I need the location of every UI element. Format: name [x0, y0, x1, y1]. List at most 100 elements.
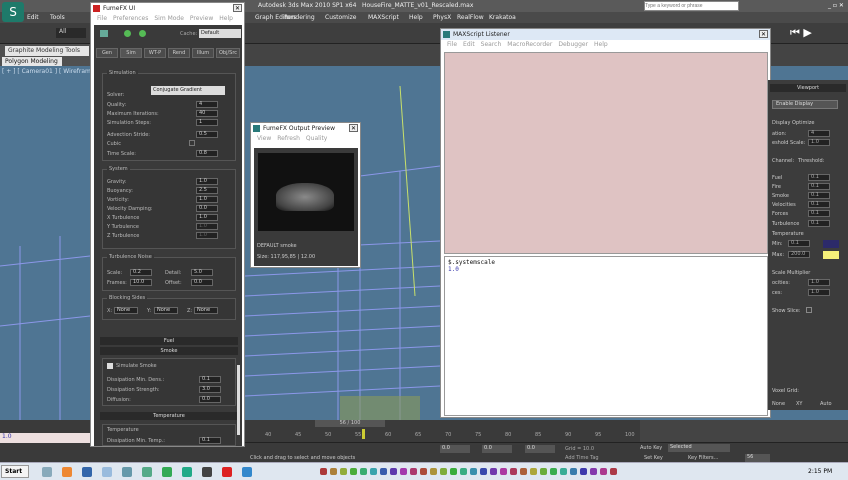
quick-launch-icon[interactable] [510, 468, 517, 475]
menu-tools[interactable]: Tools [50, 14, 65, 21]
quick-launch-icon[interactable] [440, 468, 447, 475]
close-icon[interactable]: ✕ [349, 124, 358, 132]
detail-spinner[interactable]: 5.0 [191, 269, 213, 276]
selection-filter[interactable]: All [56, 28, 86, 38]
grid-none-radio[interactable]: None [772, 401, 785, 407]
menu-maxscript[interactable]: MAXScript [368, 14, 399, 21]
quick-launch-icon[interactable] [360, 468, 367, 475]
window-controls[interactable]: _ ▫ ✕ [828, 2, 844, 9]
set-key-button[interactable]: Set Key [644, 455, 663, 461]
quick-launch-icon[interactable] [590, 468, 597, 475]
solver-select[interactable]: Conjugate Gradient [151, 86, 225, 95]
ribbon-tab-graphite[interactable]: Graphite Modeling Tools [5, 46, 89, 56]
menu-help[interactable]: Help [594, 41, 608, 48]
menu-preferences[interactable]: Preferences [113, 15, 148, 22]
menu-file[interactable]: File [97, 15, 107, 22]
current-frame-field[interactable]: 56 [745, 454, 770, 462]
y-blocking-button[interactable]: None [154, 307, 178, 314]
key-filters-button[interactable]: Key Filters... [688, 455, 718, 461]
scale-spinner[interactable]: 0.2 [130, 269, 152, 276]
menu-sim-mode[interactable]: Sim Mode [154, 15, 184, 22]
menu-edit[interactable]: Edit [27, 14, 39, 21]
quick-launch-icon[interactable] [470, 468, 477, 475]
viewport-rollout[interactable]: Viewport [770, 84, 846, 92]
simulate-smoke-checkbox[interactable] [107, 363, 113, 369]
taskbar-app-icon[interactable] [102, 467, 112, 477]
y-coord-field[interactable]: 0.0 [482, 445, 512, 453]
temperature-rollout[interactable]: Temperature [100, 412, 238, 420]
menu-customize[interactable]: Customize [325, 14, 357, 21]
close-icon[interactable]: ✕ [759, 30, 768, 38]
quick-launch-icon[interactable] [580, 468, 587, 475]
x-blocking-button[interactable]: None [114, 307, 138, 314]
macro-recorder-pane[interactable] [444, 52, 768, 254]
grid-auto-radio[interactable]: Auto [820, 401, 832, 407]
fuel-rollout[interactable]: Fuel [100, 337, 238, 345]
taskbar-app-icon[interactable] [82, 467, 92, 477]
mini-listener-output[interactable]: 1.0 [0, 433, 90, 443]
spinner[interactable]: 1.0 [808, 139, 830, 146]
x-turbulence-spinner[interactable]: 1.0 [196, 214, 218, 221]
menu-preview[interactable]: Preview [190, 15, 213, 22]
taskbar-app-icon[interactable] [222, 467, 232, 477]
max-iterations-spinner[interactable]: 40 [196, 110, 218, 117]
time-slider[interactable]: 56 / 100 [315, 420, 385, 427]
menu-realflow[interactable]: RealFlow [457, 14, 484, 21]
dissipation-strength-spinner[interactable]: 3.0 [199, 386, 221, 393]
add-time-tag[interactable]: Add Time Tag [565, 455, 599, 461]
quality-spinner[interactable]: 4 [196, 101, 218, 108]
quick-launch-icon[interactable] [350, 468, 357, 475]
taskbar-app-icon[interactable] [122, 467, 132, 477]
spinner[interactable]: 0.1 [808, 192, 830, 199]
quick-launch-icon[interactable] [410, 468, 417, 475]
playback-icons[interactable]: ⏮ ▶ [790, 26, 812, 40]
z-turbulence-spinner[interactable]: 1.0 [196, 232, 218, 239]
quick-launch-icon[interactable] [400, 468, 407, 475]
max-spinner[interactable]: 200.0 [788, 251, 810, 258]
tab-illum[interactable]: Illum [192, 48, 214, 58]
taskbar-app-icon[interactable] [42, 467, 52, 477]
spinner[interactable]: 0.1 [808, 174, 830, 181]
offset-spinner[interactable]: 0.0 [191, 279, 213, 286]
image-icon[interactable] [100, 30, 108, 37]
quick-launch-icon[interactable] [450, 468, 457, 475]
taskbar-app-icon[interactable] [162, 467, 172, 477]
min-spinner[interactable]: 0.1 [788, 240, 810, 247]
quick-launch-icon[interactable] [430, 468, 437, 475]
quick-launch-icon[interactable] [530, 468, 537, 475]
start-button[interactable]: Start [1, 465, 29, 478]
quick-launch-icon[interactable] [550, 468, 557, 475]
menu-search[interactable]: Search [481, 41, 502, 48]
dissipation-min-dens-spinner[interactable]: 0.1 [199, 376, 221, 383]
quick-launch-icon[interactable] [480, 468, 487, 475]
tab-wtp[interactable]: WT-P [144, 48, 166, 58]
smoke-rollout[interactable]: Smoke [100, 347, 238, 355]
dissipation-min-temp-spinner[interactable]: 0.1 [199, 437, 221, 444]
menu-help[interactable]: Help [219, 15, 233, 22]
taskbar-app-icon[interactable] [202, 467, 212, 477]
min-color-swatch[interactable] [823, 240, 839, 248]
x-coord-field[interactable]: 0.0 [440, 445, 470, 453]
spinner[interactable]: 0.1 [808, 210, 830, 217]
advection-stride-spinner[interactable]: 0.5 [196, 131, 218, 138]
spinner[interactable]: 0.1 [808, 183, 830, 190]
quick-launch-icon[interactable] [340, 468, 347, 475]
tab-rend[interactable]: Rend [168, 48, 190, 58]
auto-key-button[interactable]: Auto Key [640, 445, 662, 451]
cache-select[interactable]: Default [199, 29, 241, 38]
menu-debugger[interactable]: Debugger [558, 41, 588, 48]
diffusion-spinner[interactable]: 0.0 [199, 396, 221, 403]
taskbar-app-icon[interactable] [142, 467, 152, 477]
show-slice-checkbox[interactable] [806, 307, 812, 313]
frames-spinner[interactable]: 10.0 [130, 279, 152, 286]
tab-gen[interactable]: Gen [96, 48, 118, 58]
quick-launch-icon[interactable] [560, 468, 567, 475]
quick-launch-icon[interactable] [490, 468, 497, 475]
spinner[interactable]: 1.0 [808, 279, 830, 286]
menu-macrorecorder[interactable]: MacroRecorder [507, 41, 552, 48]
sim-steps-spinner[interactable]: 1 [196, 119, 218, 126]
tab-sim[interactable]: Sim [120, 48, 142, 58]
menu-edit[interactable]: Edit [463, 41, 475, 48]
quick-launch-icon[interactable] [330, 468, 337, 475]
quick-launch-icon[interactable] [390, 468, 397, 475]
